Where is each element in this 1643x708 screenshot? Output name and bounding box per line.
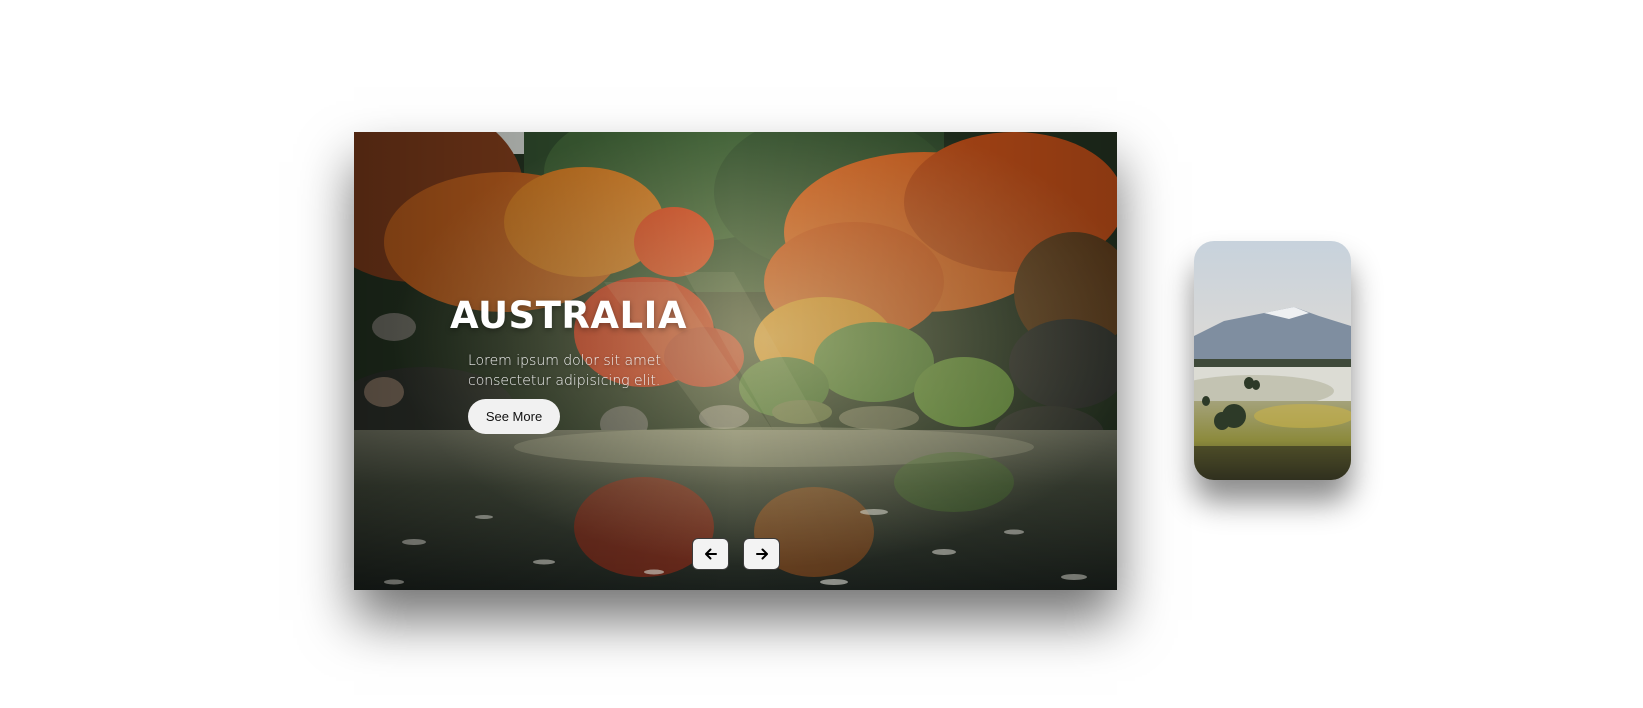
hero-content: AUSTRALIA Lorem ipsum dolor sit amet con… bbox=[354, 132, 1117, 590]
arrow-left-icon bbox=[704, 548, 717, 560]
see-more-button[interactable]: See More bbox=[468, 399, 560, 434]
arrow-right-icon bbox=[755, 548, 768, 560]
thumbnail-image bbox=[1194, 241, 1351, 480]
slide-description: Lorem ipsum dolor sit amet consectetur a… bbox=[468, 353, 661, 389]
hero-slide: AUSTRALIA Lorem ipsum dolor sit amet con… bbox=[354, 132, 1117, 590]
next-slide-button[interactable] bbox=[743, 538, 780, 570]
slider-stage: AUSTRALIA Lorem ipsum dolor sit amet con… bbox=[0, 0, 1643, 708]
next-slide-thumbnail[interactable] bbox=[1194, 241, 1351, 480]
prev-slide-button[interactable] bbox=[692, 538, 729, 570]
slide-title: AUSTRALIA bbox=[450, 294, 688, 337]
